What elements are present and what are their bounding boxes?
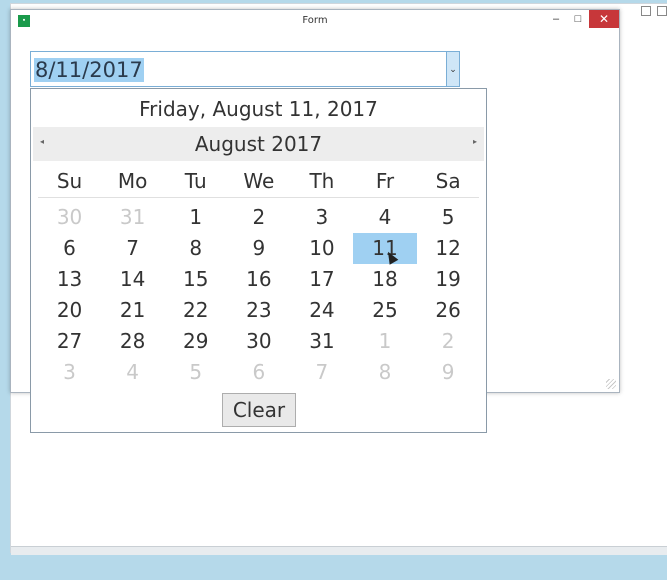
dropdown-button[interactable]: ⌄ xyxy=(446,52,459,86)
day-cell[interactable]: 22 xyxy=(164,295,227,326)
day-cell[interactable]: 19 xyxy=(417,264,480,295)
resize-grip-icon[interactable] xyxy=(606,379,616,389)
background-maximize-icon[interactable] xyxy=(657,6,667,16)
chevron-down-icon: ⌄ xyxy=(449,63,457,74)
day-header: Fr xyxy=(375,169,395,193)
day-cell[interactable]: 8 xyxy=(164,233,227,264)
day-cell[interactable]: 9 xyxy=(227,233,290,264)
day-cell[interactable]: 30 xyxy=(227,326,290,357)
day-cell[interactable]: 21 xyxy=(101,295,164,326)
days-grid: 30 31 1 2 3 4 5 6 7 8 9 10 11 12 13 14 15 16 17 18 19 20 21 22 2… xyxy=(38,202,480,388)
day-cell[interactable]: 1 xyxy=(353,326,416,357)
day-cell[interactable]: 25 xyxy=(353,295,416,326)
day-cell[interactable]: 10 xyxy=(290,233,353,264)
day-cell[interactable]: 5 xyxy=(164,357,227,388)
day-cell[interactable]: 15 xyxy=(164,264,227,295)
day-header: Su xyxy=(56,169,83,193)
day-cell[interactable]: 31 xyxy=(290,326,353,357)
day-cell[interactable]: 6 xyxy=(227,357,290,388)
day-cell[interactable]: 4 xyxy=(353,202,416,233)
day-cell[interactable]: 9 xyxy=(417,357,480,388)
calendar-month-bar: ◂ August 2017 ▸ xyxy=(33,127,484,161)
day-cell[interactable]: 3 xyxy=(38,357,101,388)
clear-button[interactable]: Clear xyxy=(222,393,296,427)
day-cell[interactable]: 7 xyxy=(290,357,353,388)
header-divider xyxy=(38,197,479,198)
date-value-text[interactable]: 8/11/2017 xyxy=(34,58,144,82)
day-cell[interactable]: 28 xyxy=(101,326,164,357)
day-cell[interactable]: 7 xyxy=(101,233,164,264)
background-status-strip xyxy=(11,546,667,555)
day-cell[interactable]: 3 xyxy=(290,202,353,233)
day-header: We xyxy=(243,169,275,193)
day-cell[interactable]: 18 xyxy=(353,264,416,295)
day-cell[interactable]: 13 xyxy=(38,264,101,295)
day-cell[interactable]: 29 xyxy=(164,326,227,357)
day-cell[interactable]: 20 xyxy=(38,295,101,326)
day-headers: Su Mo Tu We Th Fr Sa xyxy=(38,169,480,193)
day-cell[interactable]: 27 xyxy=(38,326,101,357)
window-title: Form xyxy=(302,15,328,26)
day-cell[interactable]: 30 xyxy=(38,202,101,233)
calendar-long-date[interactable]: Friday, August 11, 2017 xyxy=(31,97,486,121)
day-header: Th xyxy=(309,169,335,193)
day-cell[interactable]: 26 xyxy=(417,295,480,326)
next-month-icon[interactable]: ▸ xyxy=(468,137,482,146)
day-cell[interactable]: 2 xyxy=(227,202,290,233)
day-cell[interactable]: 8 xyxy=(353,357,416,388)
day-header: Mo xyxy=(117,169,148,193)
day-cell[interactable]: 4 xyxy=(101,357,164,388)
day-header: Sa xyxy=(435,169,461,193)
title-bar[interactable]: ▪ Form – □ ✕ xyxy=(11,10,619,32)
maximize-button[interactable]: □ xyxy=(567,10,589,28)
day-cell[interactable]: 14 xyxy=(101,264,164,295)
day-cell[interactable]: 17 xyxy=(290,264,353,295)
window-controls: – □ ✕ xyxy=(545,10,619,28)
day-header: Tu xyxy=(184,169,207,193)
day-cell[interactable]: 1 xyxy=(164,202,227,233)
day-cell[interactable]: 2 xyxy=(417,326,480,357)
day-cell[interactable]: 16 xyxy=(227,264,290,295)
day-cell[interactable]: 5 xyxy=(417,202,480,233)
calendar-month-label[interactable]: August 2017 xyxy=(33,132,484,156)
date-picker-input[interactable]: 8/11/2017 ⌄ xyxy=(30,51,460,87)
calendar-popup: Friday, August 11, 2017 ◂ August 2017 ▸ … xyxy=(30,88,487,433)
day-cell[interactable]: 23 xyxy=(227,295,290,326)
minimize-button[interactable]: – xyxy=(545,10,567,28)
day-cell-selected[interactable]: 11 xyxy=(353,233,417,264)
day-cell[interactable]: 12 xyxy=(417,233,480,264)
day-cell[interactable]: 24 xyxy=(290,295,353,326)
background-window-controls xyxy=(641,6,667,16)
day-cell[interactable]: 31 xyxy=(101,202,164,233)
day-cell[interactable]: 6 xyxy=(38,233,101,264)
background-minimize-icon[interactable] xyxy=(641,6,651,16)
close-button[interactable]: ✕ xyxy=(589,10,619,28)
